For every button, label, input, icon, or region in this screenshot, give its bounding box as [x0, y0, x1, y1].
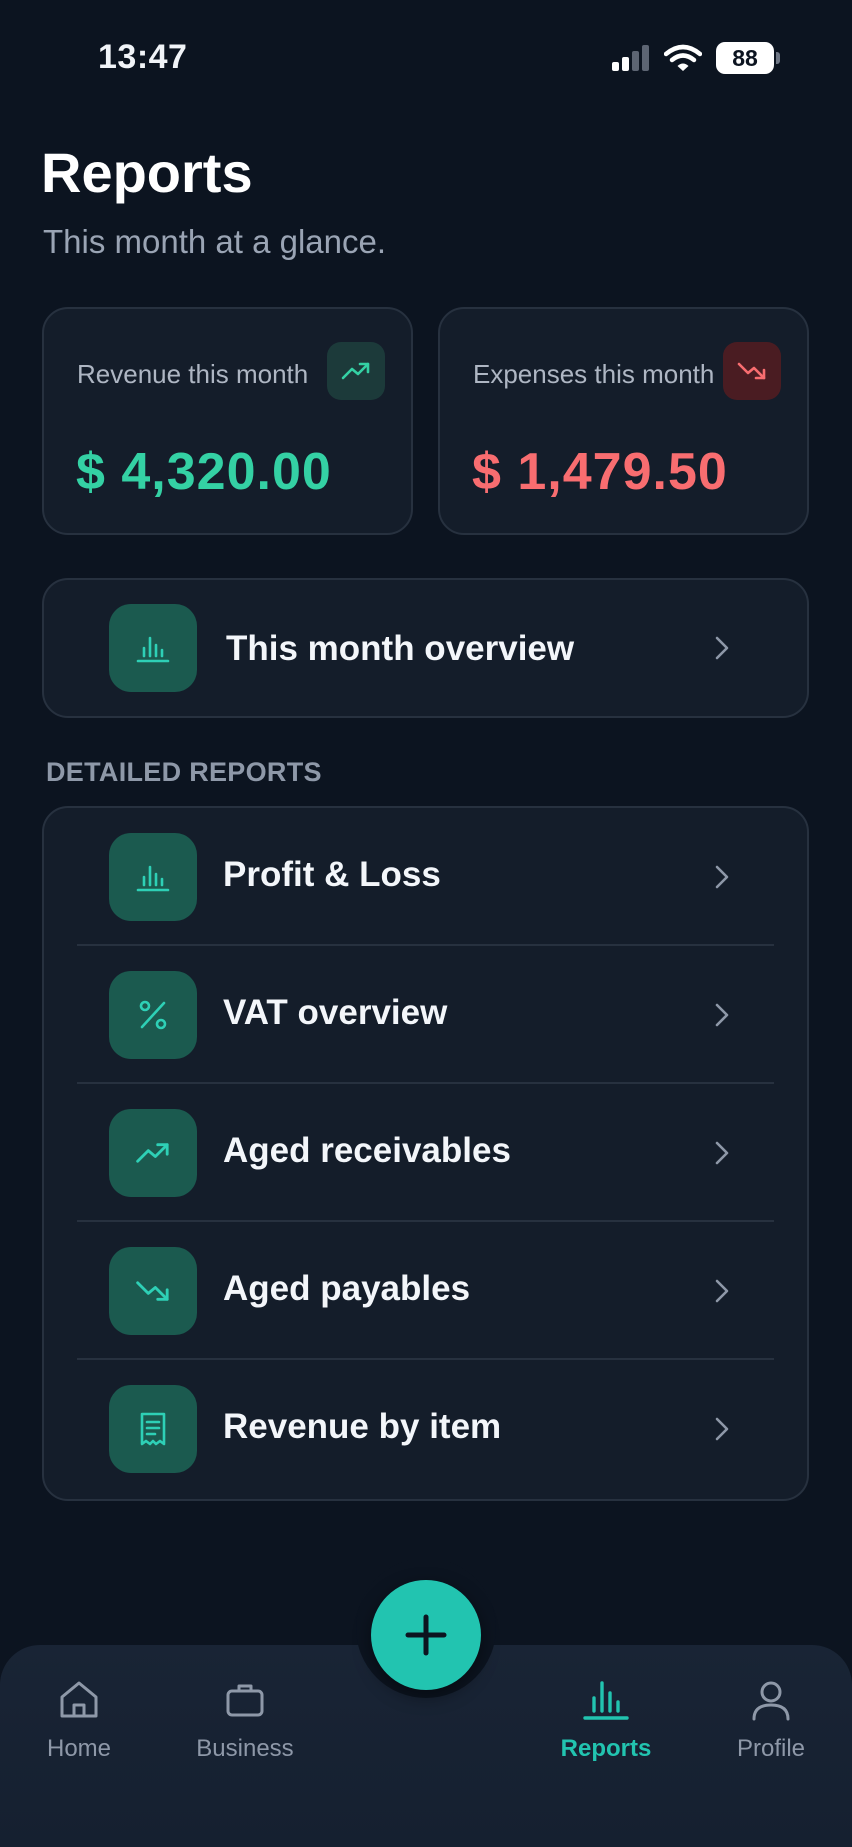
- page-subtitle: This month at a glance.: [43, 223, 387, 260]
- revenue-value: $ 4,320.00: [76, 443, 332, 501]
- expenses-value: $ 1,479.50: [472, 443, 728, 501]
- expenses-label: Expenses this month: [473, 359, 715, 389]
- report-item-aged-payables[interactable]: Aged payables: [44, 1222, 807, 1360]
- page-title: Reports: [41, 141, 253, 204]
- plus-icon: [405, 1614, 447, 1656]
- revenue-card[interactable]: Revenue this month $ 4,320.00: [42, 307, 413, 535]
- status-time: 13:47: [98, 38, 188, 76]
- status-bar: 13:47 88: [0, 0, 852, 116]
- receipt-icon: [109, 1385, 197, 1473]
- wifi-icon: [664, 44, 702, 71]
- bar-chart-icon: [582, 1676, 630, 1724]
- bar-chart-icon: [109, 604, 197, 692]
- signal-icon: [612, 45, 649, 71]
- tab-label: Business: [196, 1735, 294, 1762]
- month-overview-button[interactable]: This month overview: [42, 578, 809, 718]
- chevron-right-icon: [715, 1417, 729, 1441]
- report-item-label: Revenue by item: [223, 1407, 502, 1446]
- tab-profile[interactable]: Profile: [696, 1676, 846, 1763]
- report-item-revenue-by-item[interactable]: Revenue by item: [44, 1360, 807, 1498]
- briefcase-icon: [221, 1676, 269, 1724]
- tab-label: Reports: [560, 1735, 652, 1762]
- report-item-label: VAT overview: [223, 993, 448, 1032]
- revenue-label: Revenue this month: [77, 359, 309, 389]
- report-item-label: Aged payables: [223, 1269, 471, 1308]
- section-header: DETAILED REPORTS: [46, 757, 322, 787]
- trending-down-icon: [109, 1247, 197, 1335]
- status-icons: 88: [612, 42, 780, 74]
- home-icon: [55, 1676, 103, 1724]
- tab-reports[interactable]: Reports: [531, 1676, 681, 1763]
- tab-label: Profile: [736, 1735, 806, 1762]
- user-icon: [747, 1676, 795, 1724]
- bar-chart-icon: [109, 833, 197, 921]
- percent-icon: [109, 971, 197, 1059]
- overview-label: This month overview: [226, 629, 575, 668]
- trending-up-icon: [327, 342, 385, 400]
- expenses-card[interactable]: Expenses this month $ 1,479.50: [438, 307, 809, 535]
- report-item-aged-receivables[interactable]: Aged receivables: [44, 1084, 807, 1222]
- report-item-label: Aged receivables: [223, 1131, 511, 1170]
- trending-down-icon: [723, 342, 781, 400]
- chevron-right-icon: [715, 636, 729, 660]
- report-item-label: Profit & Loss: [223, 855, 441, 894]
- report-item-vat-overview[interactable]: VAT overview: [44, 946, 807, 1084]
- tab-business[interactable]: Business: [170, 1676, 320, 1763]
- battery-icon: 88: [716, 42, 780, 74]
- chevron-right-icon: [715, 865, 729, 889]
- chevron-right-icon: [715, 1279, 729, 1303]
- trending-up-icon: [109, 1109, 197, 1197]
- chevron-right-icon: [715, 1141, 729, 1165]
- chevron-right-icon: [715, 1003, 729, 1027]
- report-item-profit-loss[interactable]: Profit & Loss: [44, 808, 807, 946]
- tab-home[interactable]: Home: [4, 1676, 154, 1763]
- reports-list: Profit & Loss VAT overview Aged receivab…: [42, 806, 809, 1501]
- add-button[interactable]: [371, 1580, 481, 1690]
- tab-label: Home: [46, 1735, 112, 1762]
